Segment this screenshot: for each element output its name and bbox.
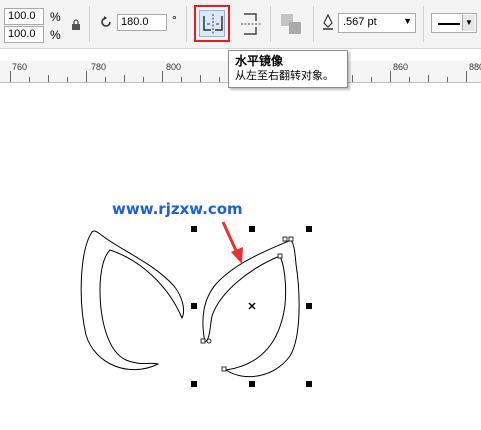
selection-center-marker[interactable] [248, 302, 256, 310]
selection-handle-top-left[interactable] [191, 226, 197, 232]
path-node[interactable] [277, 253, 283, 259]
selection-handle-bottom-right[interactable] [306, 381, 312, 387]
annotation-arrow [221, 221, 243, 264]
selection-handle-bottom-left[interactable] [191, 381, 197, 387]
selection-handle-left[interactable] [191, 303, 197, 309]
selection-handle-top-right[interactable] [306, 226, 312, 232]
selection-handle-bottom[interactable] [249, 381, 255, 387]
right-leaf-shape[interactable] [202, 239, 300, 378]
left-leaf-shape[interactable] [80, 230, 185, 371]
path-node[interactable] [221, 366, 227, 372]
path-node[interactable] [288, 236, 294, 242]
watermark-text: www.rjzxw.com [112, 200, 243, 218]
selection-handle-right[interactable] [306, 303, 312, 309]
selection-handle-top[interactable] [249, 226, 255, 232]
path-node[interactable] [282, 236, 288, 242]
path-node[interactable] [206, 338, 212, 344]
path-node[interactable] [200, 338, 206, 344]
